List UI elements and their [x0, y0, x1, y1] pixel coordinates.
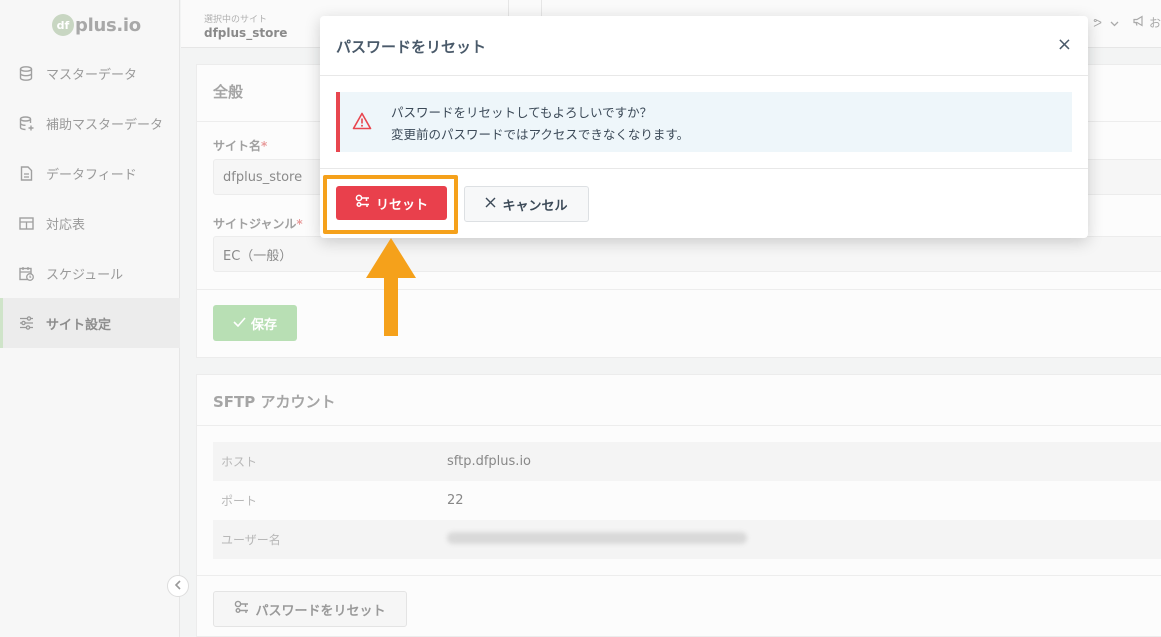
reset-password-button-label: パスワードをリセット [255, 603, 386, 619]
sidebar-collapse-button[interactable] [167, 575, 189, 597]
sftp-card: SFTP アカウント ホスト sftp.dfplus.io ポート 22 ユーザ… [196, 374, 1161, 637]
sidebar-item-label: 対応表 [46, 217, 86, 233]
chevron-left-icon [174, 579, 182, 593]
warning-alert: パスワードをリセットしてもよろしいですか？ 変更前のパスワードではアクセスできな… [336, 92, 1072, 152]
table-row: ポート 22 [213, 481, 1161, 520]
dialog-title: パスワードをリセット [336, 38, 487, 56]
logo-mark: df [52, 14, 74, 36]
required-mark: * [261, 139, 268, 153]
alert-message: パスワードをリセットしてもよろしいですか？ [391, 105, 653, 120]
key-icon [234, 600, 249, 618]
table-row: ホスト sftp.dfplus.io [213, 442, 1161, 481]
sidebar-item-site-settings[interactable]: サイト設定 [0, 298, 180, 348]
site-name-label: サイト名* [213, 137, 267, 154]
cancel-label: キャンセル [502, 198, 568, 214]
warning-icon [352, 112, 372, 134]
row-key: ホスト [221, 455, 258, 469]
sidebar: df plus.io マスターデータ 補助マスターデータ データフィード 対応表… [0, 0, 180, 637]
field-label-text: サイトジャンル [213, 217, 297, 231]
database-plus-icon [18, 115, 34, 131]
megaphone-icon [1133, 15, 1146, 30]
calendar-clock-icon [18, 265, 34, 281]
site-genre-label: サイトジャンル* [213, 215, 303, 232]
logo[interactable]: df plus.io [52, 10, 141, 40]
table-row: ユーザー名 [213, 520, 1161, 559]
sidebar-nav: マスターデータ 補助マスターデータ データフィード 対応表 スケジュール サイト… [0, 48, 180, 348]
sliders-icon [18, 315, 34, 331]
row-key: ポート [221, 494, 258, 508]
card-divider [197, 425, 1161, 426]
field-label-text: サイト名 [213, 139, 262, 153]
user-menu[interactable]: ᕗ [1093, 16, 1119, 30]
sidebar-item-mapping-table[interactable]: 対応表 [0, 198, 180, 248]
site-selector-value[interactable]: dfplus_store [204, 26, 287, 40]
sidebar-item-data-feed[interactable]: データフィード [0, 148, 180, 198]
reset-password-dialog: パスワードをリセット × パスワードをリセットしてもよろしいですか？ 変更前のパ… [320, 16, 1088, 238]
row-key: ユーザー名 [221, 533, 281, 547]
database-icon [18, 65, 34, 81]
close-icon [485, 197, 496, 212]
cancel-button[interactable]: キャンセル [464, 186, 589, 222]
required-mark: * [296, 217, 303, 231]
dialog-divider [320, 168, 1088, 169]
logo-text: plus.io [75, 14, 141, 36]
sidebar-item-label: データフィード [46, 167, 137, 183]
save-button-label: 保存 [250, 317, 277, 333]
annotation-arrow-icon [364, 236, 418, 342]
announcement-label: お [1148, 16, 1161, 30]
confirm-reset-button[interactable]: リセット [336, 186, 447, 220]
key-icon [355, 194, 370, 212]
confirm-reset-label: リセット [375, 197, 428, 213]
table-icon [18, 215, 34, 231]
site-selector-label: 選択中のサイト [204, 15, 268, 25]
document-icon [18, 165, 34, 181]
sidebar-item-label: スケジュール [46, 267, 124, 283]
card-title: 全般 [213, 83, 244, 101]
check-icon [233, 316, 246, 331]
site-genre-select[interactable]: EC（一般） [213, 236, 1161, 272]
sidebar-item-label: サイト設定 [46, 317, 112, 333]
redacted-username [447, 531, 747, 544]
announcement-menu[interactable]: お [1133, 14, 1161, 31]
sidebar-item-label: マスターデータ [46, 67, 138, 83]
card-divider [197, 289, 1161, 290]
sidebar-item-label: 補助マスターデータ [46, 117, 164, 133]
dialog-divider [320, 75, 1088, 76]
row-value-redacted [447, 531, 747, 548]
card-title: SFTP アカウント [213, 393, 336, 411]
sidebar-item-sub-master-data[interactable]: 補助マスターデータ [0, 98, 180, 148]
alert-detail: 変更前のパスワードではアクセスできなくなります。 [391, 127, 690, 142]
sidebar-item-master-data[interactable]: マスターデータ [0, 48, 180, 98]
header-divider [541, 0, 542, 16]
row-value: sftp.dfplus.io [447, 454, 532, 469]
row-value: 22 [447, 493, 464, 508]
sidebar-item-schedule[interactable]: スケジュール [0, 248, 180, 298]
chevron-down-icon [1110, 16, 1119, 30]
header-right: ᕗ お [1093, 14, 1161, 31]
header-divider [508, 0, 509, 16]
user-glyph: ᕗ [1093, 15, 1102, 30]
close-icon[interactable]: × [1057, 36, 1072, 54]
card-divider [197, 575, 1161, 576]
save-button[interactable]: 保存 [213, 305, 297, 341]
reset-password-button[interactable]: パスワードをリセット [213, 591, 407, 627]
